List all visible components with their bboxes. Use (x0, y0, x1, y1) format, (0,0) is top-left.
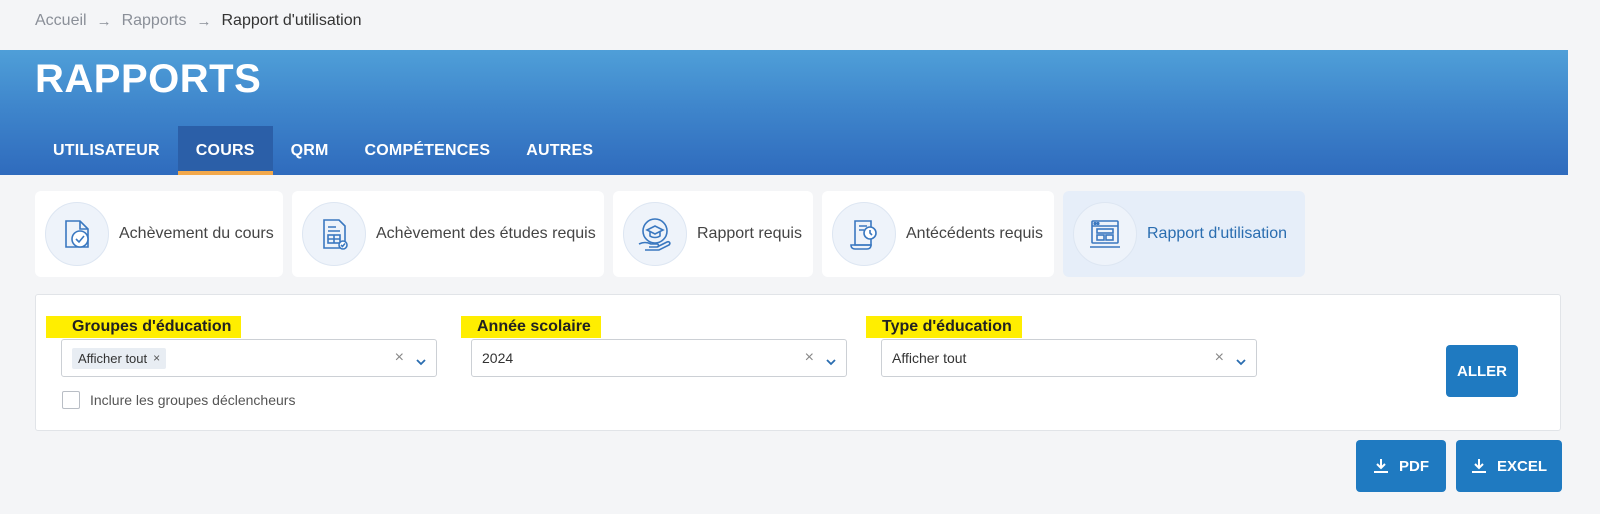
card-label: Antécédents requis (906, 225, 1043, 242)
breadcrumb-reports-link[interactable]: Rapports (122, 12, 187, 30)
include-trigger-groups-label: Inclure les groupes déclencheurs (90, 392, 296, 408)
card-label: Achèvement du cours (119, 225, 274, 242)
tab-cours[interactable]: COURS (177, 126, 273, 175)
education-type-value: Afficher tout (892, 350, 967, 366)
breadcrumb-home-link[interactable]: Accueil (35, 12, 87, 30)
download-icon (1471, 459, 1486, 473)
export-pdf-button[interactable]: PDF (1356, 440, 1446, 492)
school-year-select[interactable]: 2024 × (471, 339, 847, 377)
card-label: Rapport requis (697, 225, 802, 242)
card-label: Achèvement des études requis (376, 225, 596, 242)
tab-qrm[interactable]: QRM (273, 126, 347, 175)
filter-panel: Groupes d'éducation Afficher tout × × An… (35, 294, 1561, 431)
clear-icon[interactable]: × (1215, 349, 1224, 367)
school-year-label: Année scolaire (461, 316, 601, 338)
chevron-down-icon[interactable] (826, 353, 836, 371)
chevron-down-icon[interactable] (416, 353, 426, 371)
education-groups-select[interactable]: Afficher tout × × (61, 339, 437, 377)
page-header: RAPPORTS UTILISATEUR COURS QRM COMPÉTENC… (0, 50, 1568, 175)
education-type-label: Type d'éducation (866, 316, 1022, 338)
card-course-completion[interactable]: Achèvement du cours (35, 191, 283, 277)
breadcrumb: Accueil → Rapports → Rapport d'utilisati… (35, 10, 362, 32)
breadcrumb-current: Rapport d'utilisation (221, 12, 362, 29)
page-title: RAPPORTS (35, 57, 262, 101)
browser-window-icon (1073, 202, 1137, 266)
include-trigger-groups-row[interactable]: Inclure les groupes déclencheurs (62, 391, 295, 409)
document-check-icon (302, 202, 366, 266)
clipboard-check-icon (45, 202, 109, 266)
chevron-down-icon[interactable] (1236, 353, 1246, 371)
education-type-select[interactable]: Afficher tout × (881, 339, 1257, 377)
scroll-clock-icon (832, 202, 896, 266)
export-pdf-label: PDF (1399, 457, 1429, 475)
card-label: Rapport d'utilisation (1147, 225, 1288, 242)
card-required-history[interactable]: Antécédents requis (822, 191, 1054, 277)
include-trigger-groups-checkbox[interactable] (62, 391, 80, 409)
chip-label: Afficher tout (78, 350, 148, 366)
clear-icon[interactable]: × (805, 349, 814, 367)
education-groups-label: Groupes d'éducation (46, 316, 242, 338)
export-excel-button[interactable]: EXCEL (1456, 440, 1562, 492)
arrow-right-icon: → (196, 12, 212, 30)
selected-chip: Afficher tout × (72, 347, 167, 369)
tab-utilisateur[interactable]: UTILISATEUR (35, 126, 178, 175)
card-required-studies-completion[interactable]: Achèvement des études requis (292, 191, 604, 277)
card-required-report[interactable]: Rapport requis (613, 191, 813, 277)
clear-icon[interactable]: × (395, 349, 404, 367)
card-usage-report[interactable]: Rapport d'utilisation (1063, 191, 1305, 277)
export-excel-label: EXCEL (1496, 457, 1547, 475)
school-year-value: 2024 (482, 350, 514, 366)
download-icon (1374, 459, 1388, 473)
arrow-right-icon: → (96, 12, 112, 30)
go-button[interactable]: ALLER (1446, 345, 1518, 397)
tab-autres[interactable]: AUTRES (508, 126, 611, 175)
hand-graduation-cap-icon (623, 202, 687, 266)
tab-competences[interactable]: COMPÉTENCES (347, 126, 509, 175)
report-tabs: UTILISATEUR COURS QRM COMPÉTENCES AUTRES (35, 126, 611, 175)
chip-remove-icon[interactable]: × (153, 351, 160, 365)
report-type-cards: Achèvement du cours Achèvement des étude… (35, 191, 1305, 277)
